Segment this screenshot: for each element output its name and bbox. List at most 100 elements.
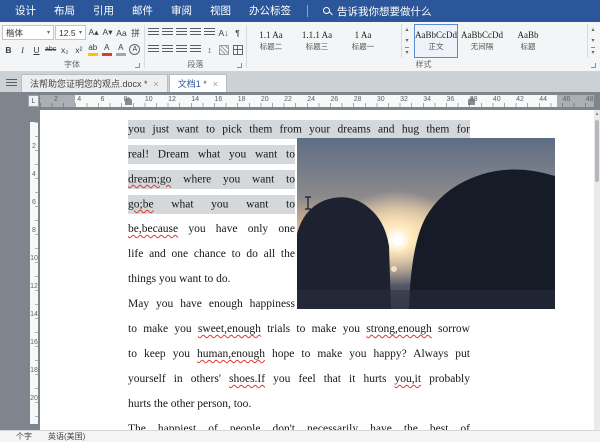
ruler-number: 24 [301, 96, 321, 103]
scrollbar-thumb[interactable] [595, 120, 599, 182]
ruler-number: 14 [185, 96, 205, 103]
align-right-button[interactable] [175, 42, 188, 57]
scroll-down-icon[interactable]: ▾ [405, 37, 408, 44]
borders-button[interactable] [231, 42, 244, 57]
gallery-more-icon[interactable]: ▾ [405, 47, 408, 56]
style-gallery-scroll: ▴ ▾ ▾ [587, 24, 598, 58]
increase-indent-button[interactable] [203, 25, 216, 40]
style-card[interactable]: 1.1.1 Aa标题三 [295, 24, 339, 58]
style-card[interactable]: 1 Aa标题一 [341, 24, 385, 58]
font-name-select[interactable]: 楷体 ▾ [2, 25, 54, 40]
document-line[interactable]: things you want to do. [128, 267, 295, 292]
change-case-button[interactable]: Aa [115, 25, 128, 40]
search-icon [323, 7, 332, 16]
style-card[interactable]: AaBbCcDd正文 [414, 24, 458, 58]
menubar-tab[interactable]: 布局 [45, 0, 84, 22]
menubar-tab[interactable]: 设计 [6, 0, 45, 22]
document-line[interactable]: The happiest of people don't necessarily… [128, 417, 470, 430]
text-segment: May you have enough happiness [128, 298, 295, 310]
scroll-down-icon[interactable]: ▾ [591, 37, 594, 44]
chevron-down-icon: ▾ [79, 29, 82, 36]
style-card[interactable]: AaBbCcDd无间隔 [460, 24, 504, 58]
pilcrow-button[interactable]: ¶ [231, 25, 244, 40]
document-page[interactable]: you just want to pick them from your dre… [40, 110, 594, 430]
font-group-label: 字体 [64, 59, 80, 70]
dialog-launcher-icon[interactable] [237, 63, 242, 68]
font-color-bar [102, 53, 112, 56]
align-center-button[interactable] [161, 42, 174, 57]
document-tab[interactable]: 法帮助您证明您的观点.docx *× [21, 74, 168, 92]
shading-button[interactable] [217, 42, 230, 57]
document-line[interactable]: life and one chance to do all the [128, 242, 295, 267]
document-line[interactable]: be,because you have only one [128, 217, 295, 242]
style-card[interactable]: 1 A [387, 24, 399, 58]
text-segment: hope to make you happy? Always put [265, 348, 470, 360]
status-item[interactable]: 个字 [16, 431, 32, 442]
status-item[interactable]: 英语(美国) [48, 431, 85, 442]
scroll-up-icon[interactable]: ▴ [591, 26, 594, 33]
bold-button[interactable]: B [2, 42, 15, 57]
dialog-launcher-icon[interactable] [591, 63, 596, 68]
document-tab[interactable]: 文档1 * × [169, 74, 227, 92]
shrink-font-button[interactable]: A▾ [101, 25, 114, 40]
multilevel-list-button[interactable] [175, 25, 188, 40]
text-highlight-button[interactable]: ab [86, 42, 99, 57]
document-line[interactable]: hurts the other person, too. [128, 392, 470, 417]
ruler-number: 4 [29, 171, 39, 178]
close-tab-icon[interactable]: × [213, 79, 218, 89]
menubar-tabs: 设计布局引用邮件审阅视图办公标签 [6, 0, 300, 22]
font-color-button[interactable]: A [100, 42, 113, 57]
line-spacing-button[interactable]: ↕ [203, 42, 216, 57]
text-segment: human,enough [197, 348, 265, 360]
italic-button[interactable]: I [16, 42, 29, 57]
document-line[interactable]: May you have enough happiness [128, 292, 295, 317]
inline-image[interactable] [297, 138, 555, 309]
document-tab-title: 文档1 * [178, 77, 207, 90]
justify-button[interactable] [189, 42, 202, 57]
align-left-button[interactable] [147, 42, 160, 57]
v-scrollbar[interactable]: ▴ [594, 110, 600, 430]
font-size-select[interactable]: 12.5 ▾ [55, 25, 86, 40]
text-segment: what you want to [154, 195, 295, 214]
ruler-number: 40 [487, 96, 507, 103]
close-tab-icon[interactable]: × [154, 79, 159, 89]
grow-font-button[interactable]: A▴ [87, 25, 100, 40]
shading-color-bar [116, 53, 126, 56]
document-line[interactable]: yourself in others' shoes.If you feel th… [128, 367, 470, 392]
menubar-tab[interactable]: 视图 [201, 0, 240, 22]
document-line[interactable]: go;be what you want to [128, 192, 295, 217]
underline-button[interactable]: U [30, 42, 43, 57]
document-line[interactable]: real! Dream what you want to [128, 142, 295, 167]
character-shading-button[interactable]: A [114, 42, 127, 57]
ruler-number: 38 [464, 96, 484, 103]
enclose-characters-button[interactable]: A [128, 42, 141, 57]
superscript-button[interactable]: x² [72, 42, 85, 57]
menubar-tab[interactable]: 审阅 [162, 0, 201, 22]
phonetic-guide-button[interactable]: 拼 [129, 25, 142, 40]
subscript-button[interactable]: x₂ [58, 42, 71, 57]
scroll-up-icon[interactable]: ▴ [594, 111, 600, 117]
strikethrough-button[interactable]: abc [44, 42, 57, 57]
document-line[interactable]: to make you sweet,enough trials to make … [128, 317, 470, 342]
document-line[interactable]: dream;go where you want to [128, 167, 295, 192]
style-card[interactable]: AaBb标题 [506, 24, 550, 58]
h-ruler[interactable]: L 24681012141618202224262830323436384042… [0, 92, 600, 110]
style-card[interactable]: 1.1 Aa标题二 [249, 24, 293, 58]
tell-me-box[interactable]: 告诉我你想要做什么 [315, 0, 440, 22]
sort-button[interactable]: A↓ [217, 25, 230, 40]
document-line[interactable]: to keep you human,enough hope to make yo… [128, 342, 470, 367]
gallery-more-icon[interactable]: ▾ [591, 47, 594, 56]
menubar-tab[interactable]: 引用 [84, 0, 123, 22]
menubar-tab[interactable]: 办公标签 [240, 0, 300, 22]
v-ruler[interactable]: 2468101214161820 [28, 110, 40, 430]
menubar-tab[interactable]: 邮件 [123, 0, 162, 22]
text-segment: life and one chance to do all the [128, 248, 295, 260]
numbering-button[interactable] [161, 25, 174, 40]
ruler-number: 36 [440, 96, 460, 103]
bullets-button[interactable] [147, 25, 160, 40]
scroll-up-icon[interactable]: ▴ [405, 26, 408, 33]
dialog-launcher-icon[interactable] [135, 63, 140, 68]
tab-menu-icon[interactable] [3, 74, 19, 92]
decrease-indent-button[interactable] [189, 25, 202, 40]
text-segment: sorrow [432, 323, 470, 335]
